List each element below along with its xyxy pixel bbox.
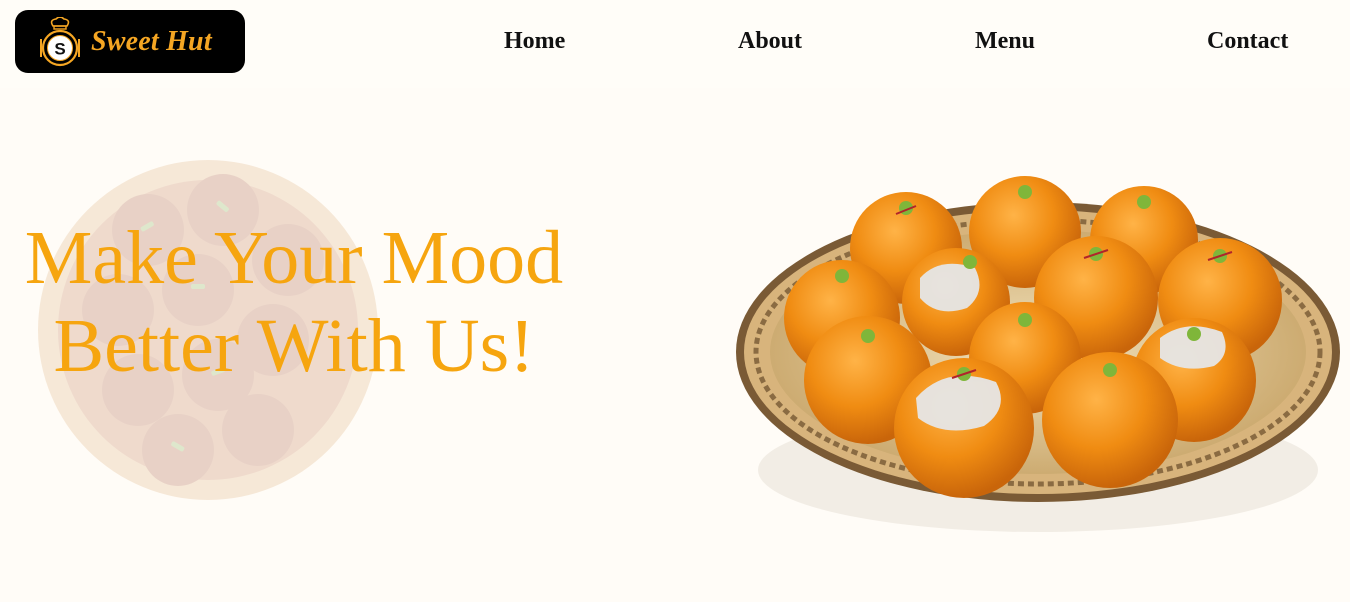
hero-headline-line1: Make Your Mood: [24, 216, 564, 300]
site-header: S Sweet Hut Home About Menu Contact: [0, 0, 1350, 88]
nav-menu[interactable]: Menu: [975, 28, 1035, 55]
hero-headline-line2: Better With Us!: [53, 304, 535, 388]
brand-name: Sweet Hut: [91, 25, 212, 57]
nav-contact[interactable]: Contact: [1207, 28, 1288, 55]
svg-text:S: S: [54, 39, 65, 58]
chef-hat-s-badge-icon: S: [40, 16, 80, 66]
laddoo-plate-image: [736, 176, 1340, 532]
landing-page: S Sweet Hut Home About Menu Contact Make…: [0, 0, 1350, 602]
brand-logo[interactable]: S Sweet Hut: [15, 10, 245, 73]
hero-headline: Make Your Mood Better With Us!: [0, 214, 588, 390]
nav-about[interactable]: About: [738, 28, 802, 55]
nav-home[interactable]: Home: [504, 28, 565, 55]
